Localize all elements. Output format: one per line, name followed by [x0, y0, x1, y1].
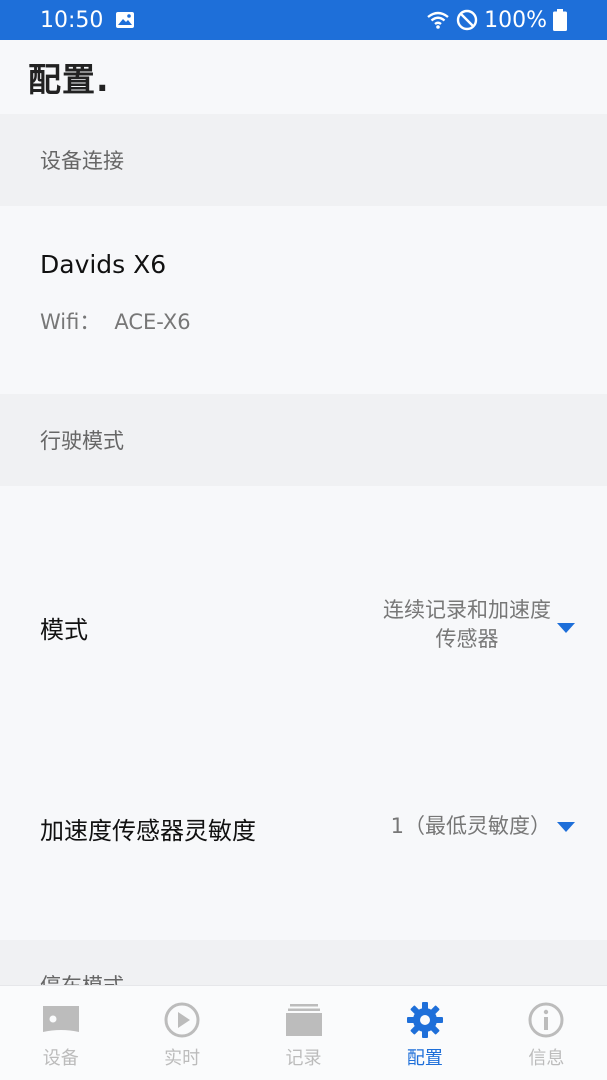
nav-item-config[interactable]: 配置: [364, 986, 485, 1080]
nav-item-device[interactable]: 设备: [0, 986, 121, 1080]
nav-item-records[interactable]: 记录: [243, 986, 364, 1080]
info-icon: [528, 1002, 564, 1038]
status-time: 10:50: [40, 7, 104, 33]
folder-icon: [285, 1004, 322, 1036]
wifi-line: Wifi： ACE-X6: [40, 306, 191, 336]
nav-item-info[interactable]: 信息: [486, 986, 607, 1080]
sensitivity-dropdown-arrow-icon[interactable]: [557, 822, 575, 832]
battery-percent: 100%: [484, 7, 547, 33]
status-right: 100%: [426, 8, 567, 33]
play-icon: [164, 1002, 200, 1038]
gear-icon: [406, 1002, 443, 1038]
image-notification-icon: [116, 12, 135, 28]
battery-icon: [553, 9, 567, 31]
device-icon: [42, 1006, 79, 1032]
mode-dropdown-arrow-icon[interactable]: [557, 623, 575, 633]
device-name: Davids X6: [40, 250, 167, 279]
nav-item-live[interactable]: 实时: [121, 986, 242, 1080]
sensitivity-value[interactable]: 1（最低灵敏度）: [391, 812, 551, 841]
nav-label-live: 实时: [164, 1048, 201, 1069]
wifi-value: ACE-X6: [114, 310, 191, 334]
section-header-driving: 行驶模式: [0, 394, 607, 486]
page-title: 配置.: [28, 60, 110, 99]
bottom-nav: 设备 实时 记录 配置 信息: [0, 985, 607, 1080]
section-title-driving: 行驶模式: [40, 429, 124, 453]
wifi-icon: [427, 11, 449, 29]
nav-label-device: 设备: [42, 1048, 79, 1069]
nav-label-info: 信息: [528, 1048, 565, 1069]
sensitivity-row[interactable]: 加速度传感器灵敏度 1（最低灵敏度）: [0, 766, 607, 940]
sensitivity-label: 加速度传感器灵敏度: [40, 817, 256, 845]
driving-card: 模式 连续记录和加速度 传感器 加速度传感器灵敏度 1（最低灵敏度）: [0, 486, 607, 940]
mode-label: 模式: [40, 616, 88, 644]
device-card[interactable]: Davids X6 Wifi： ACE-X6: [0, 206, 607, 394]
mode-value[interactable]: 连续记录和加速度 传感器: [383, 596, 551, 654]
nav-label-config: 配置: [406, 1048, 443, 1069]
mode-row[interactable]: 模式 连续记录和加速度 传感器: [0, 486, 607, 766]
status-bar: 10:50 100%: [0, 0, 607, 40]
wifi-label: Wifi：: [40, 310, 101, 334]
nav-label-records: 记录: [285, 1048, 322, 1069]
section-title-device: 设备连接: [40, 149, 124, 173]
section-header-device: 设备连接: [0, 114, 607, 206]
do-not-disturb-icon: [456, 9, 478, 31]
status-left: 10:50: [40, 8, 135, 33]
app-header: 配置.: [0, 40, 607, 114]
